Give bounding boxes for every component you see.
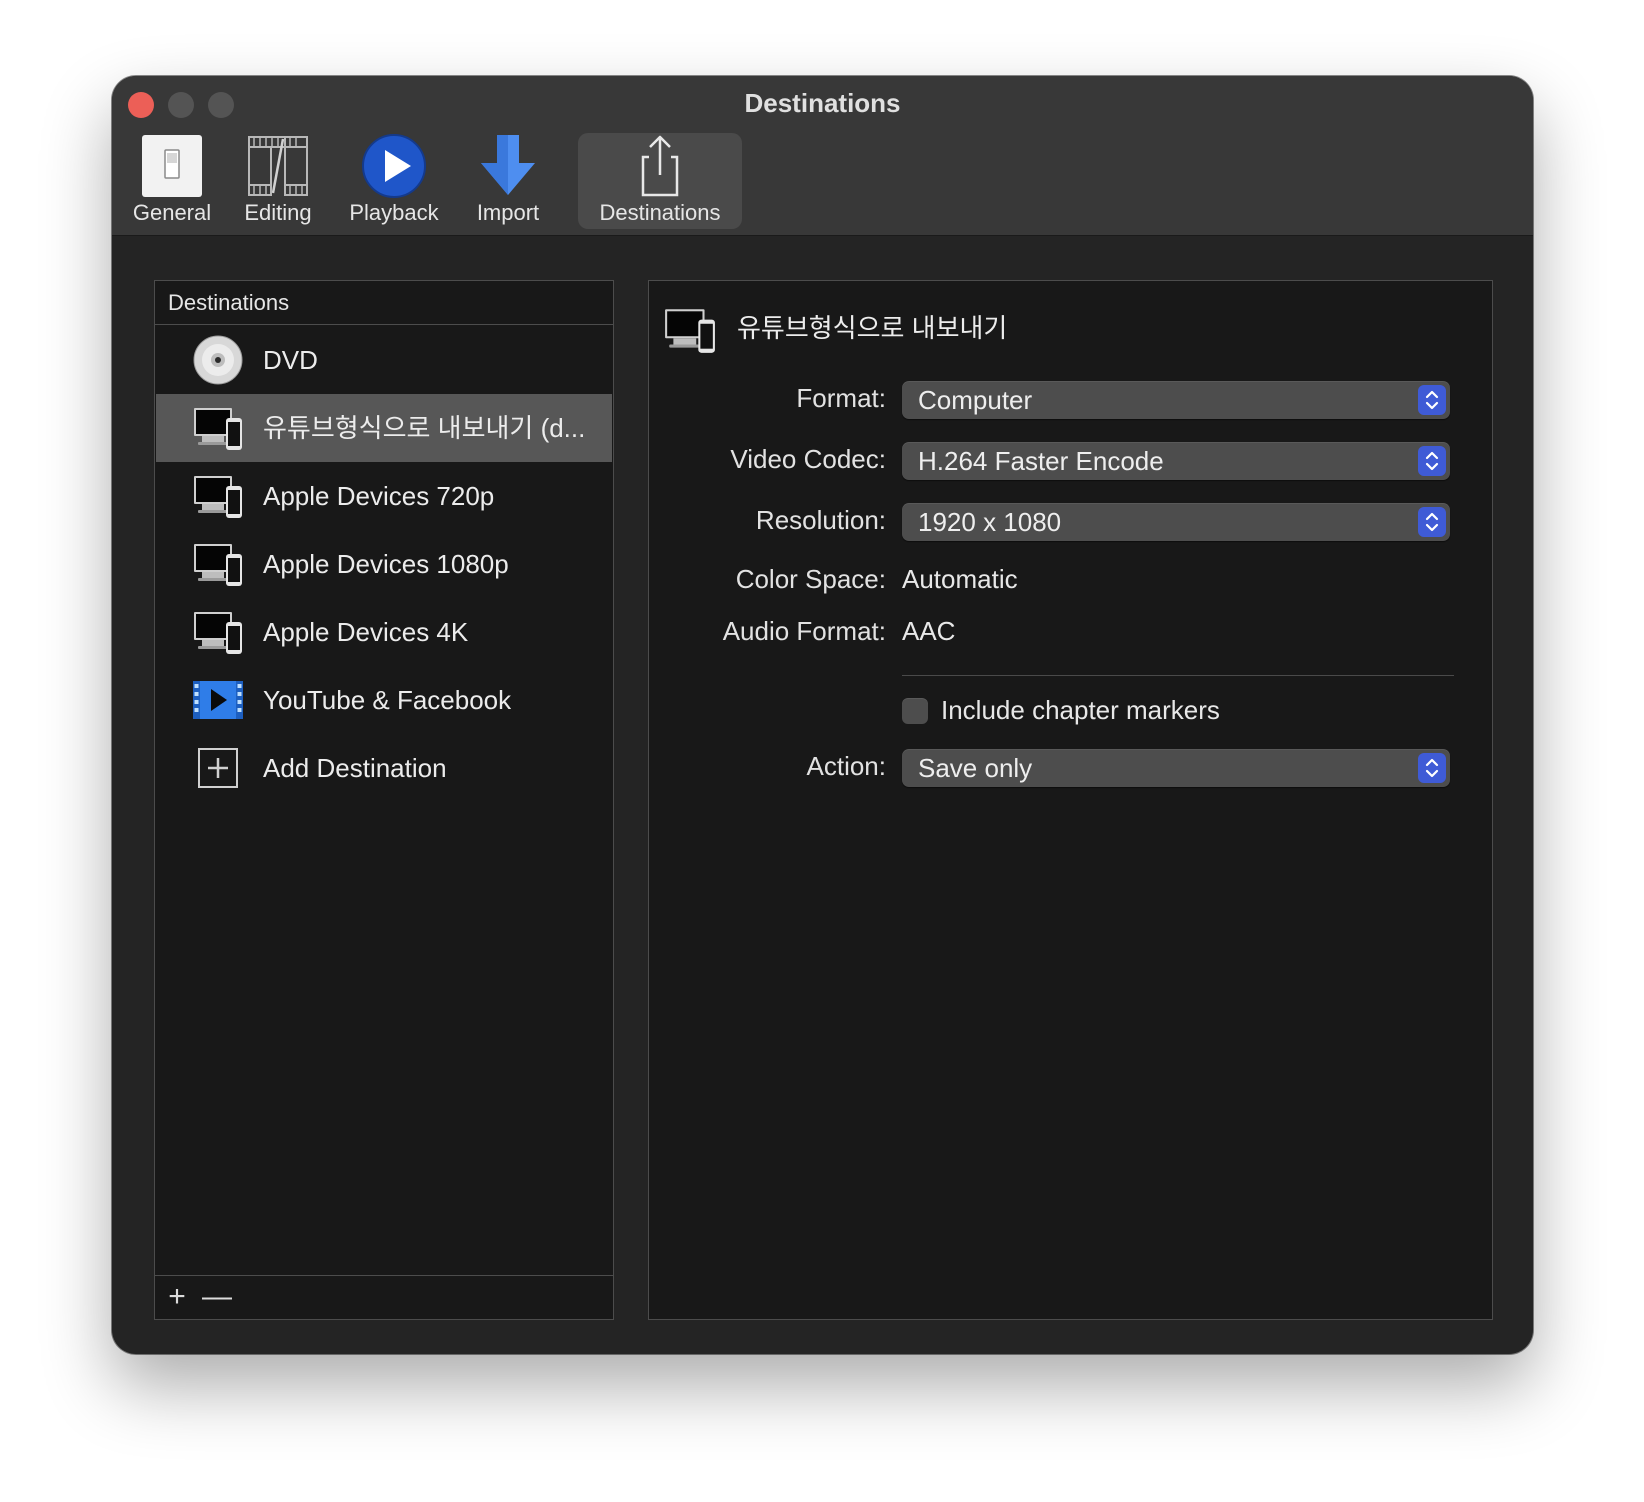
list-item-label: Apple Devices 720p xyxy=(263,481,495,511)
resolution-value: 1920 x 1080 xyxy=(918,507,1062,537)
computer-devices-icon xyxy=(192,606,244,658)
chevron-updown-icon xyxy=(1418,507,1446,537)
add-box-icon xyxy=(198,748,238,788)
download-arrow-icon xyxy=(481,135,535,195)
film-strip-icon xyxy=(248,136,308,196)
list-item-label: Apple Devices 1080p xyxy=(263,549,509,579)
toolbar-editing-label: Editing xyxy=(244,200,312,225)
destination-settings-panel: 유튜브형식으로 내보내기 Format: Computer Video Code… xyxy=(648,280,1493,1320)
toolbar-general[interactable]: General xyxy=(124,133,220,229)
list-item-dvd[interactable]: DVD xyxy=(156,326,612,394)
format-label: Format: xyxy=(796,383,886,413)
video-codec-value: H.264 Faster Encode xyxy=(918,446,1164,476)
list-item-youtube-format-export[interactable]: 유튜브형식으로 내보내기 (d... xyxy=(156,394,612,462)
list-item-add-destination[interactable]: Add Destination xyxy=(156,734,612,802)
settings-divider xyxy=(902,675,1454,676)
audio-format-value: AAC xyxy=(902,616,956,646)
add-destination-button[interactable]: + xyxy=(159,1280,195,1316)
toolbar-playback-label: Playback xyxy=(349,200,439,225)
chapter-markers-checkbox[interactable] xyxy=(902,698,928,724)
audio-format-label: Audio Format: xyxy=(722,616,886,646)
resolution-popup[interactable]: 1920 x 1080 xyxy=(902,503,1450,541)
chapter-markers-label[interactable]: Include chapter markers xyxy=(941,695,1220,726)
list-item-label: Apple Devices 4K xyxy=(263,617,469,647)
toolbar-general-label: General xyxy=(132,200,212,225)
titlebar: Destinations General Editing Playback Im… xyxy=(112,76,1533,236)
window-title: Destinations xyxy=(744,88,901,118)
share-icon xyxy=(641,135,679,197)
toolbar-destinations[interactable]: Destinations xyxy=(578,133,742,229)
destination-name: 유튜브형식으로 내보내기 xyxy=(737,313,1008,343)
video-play-icon xyxy=(193,681,243,719)
computer-devices-icon xyxy=(663,303,717,357)
computer-devices-icon xyxy=(192,402,244,454)
list-item-label: 유튜브형식으로 내보내기 (d... xyxy=(263,413,586,443)
video-codec-popup[interactable]: H.264 Faster Encode xyxy=(902,442,1450,480)
toolbar-editing[interactable]: Editing xyxy=(228,133,328,229)
general-switch-icon xyxy=(142,135,202,197)
list-item-apple-devices-720p[interactable]: Apple Devices 720p xyxy=(156,462,612,530)
resolution-label: Resolution: xyxy=(755,505,886,535)
play-circle-icon xyxy=(362,134,426,198)
list-item-label: Add Destination xyxy=(263,753,447,783)
color-space-value: Automatic xyxy=(902,564,1018,594)
destinations-list-panel: Destinations DVD 유튜브형식으로 내보내기 (d... Appl… xyxy=(154,280,614,1320)
list-footer: + — xyxy=(155,1275,613,1319)
list-item-apple-devices-1080p[interactable]: Apple Devices 1080p xyxy=(156,530,612,598)
computer-devices-icon xyxy=(192,470,244,522)
toolbar-destinations-label: Destinations xyxy=(599,200,721,225)
format-popup[interactable]: Computer xyxy=(902,381,1450,419)
chevron-updown-icon xyxy=(1418,753,1446,783)
toolbar-playback[interactable]: Playback xyxy=(340,133,448,229)
list-item-label: YouTube & Facebook xyxy=(263,685,512,715)
chevron-updown-icon xyxy=(1418,446,1446,476)
computer-devices-icon xyxy=(192,538,244,590)
list-item-label: DVD xyxy=(263,345,318,375)
dvd-disc-icon xyxy=(193,335,243,385)
chevron-updown-icon xyxy=(1418,385,1446,415)
format-value: Computer xyxy=(918,385,1033,415)
destinations-list-header: Destinations xyxy=(155,281,613,325)
preferences-window: Destinations General Editing Playback Im… xyxy=(112,76,1533,1354)
remove-destination-button[interactable]: — xyxy=(199,1280,235,1316)
action-label: Action: xyxy=(806,751,887,781)
toolbar-import[interactable]: Import xyxy=(460,133,556,229)
list-item-apple-devices-4k[interactable]: Apple Devices 4K xyxy=(156,598,612,666)
toolbar-import-label: Import xyxy=(476,200,540,225)
list-item-youtube-facebook[interactable]: YouTube & Facebook xyxy=(156,666,612,734)
color-space-label: Color Space: xyxy=(735,564,886,594)
video-codec-label: Video Codec: xyxy=(730,444,886,474)
action-popup[interactable]: Save only xyxy=(902,749,1450,787)
action-value: Save only xyxy=(918,753,1033,783)
